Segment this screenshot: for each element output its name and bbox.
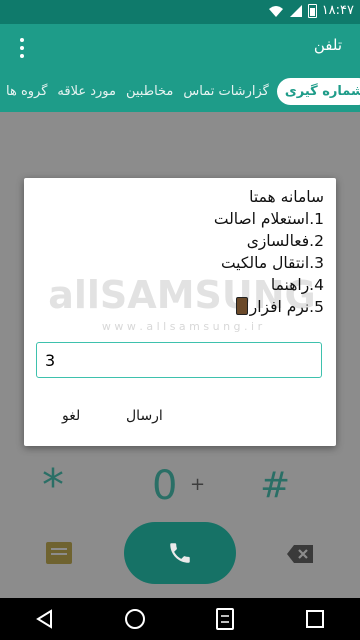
message-line: 4.راهنما [270, 276, 324, 294]
navigation-bar [0, 598, 360, 640]
signal-icon [289, 4, 302, 17]
tab-groups[interactable]: گروه ها [4, 80, 49, 103]
tab-dialer[interactable]: شماره گیری [276, 77, 360, 105]
wifi-icon [268, 5, 283, 17]
message-line: 5.نرم افزار [249, 298, 324, 316]
status-icons: ۱۸:۴۷ [268, 3, 354, 18]
message-line: 2.فعالسازی [246, 232, 324, 250]
app-bar: تلفن [0, 24, 360, 70]
cancel-button[interactable]: لغو [62, 408, 80, 424]
tab-contacts[interactable]: مخاطبین [124, 80, 175, 103]
recents-icon [306, 610, 324, 628]
home-button[interactable] [117, 601, 153, 637]
recents-button[interactable] [297, 601, 333, 637]
dual-sim-icon [216, 608, 234, 630]
battery-icon [307, 3, 317, 18]
ussd-dialog: allSAMSUNG w w w . a l l s a m s u n g .… [24, 178, 336, 446]
status-bar: ۱۸:۴۷ [0, 0, 360, 24]
message-line: 3.انتقال مالکیت [220, 254, 324, 272]
dialpad-key-zero[interactable]: 0 [152, 464, 177, 508]
tab-bar: گروه ها مورد علاقه مخاطبین گزارشات تماس … [0, 70, 360, 112]
message-line-with-icon: 5.نرم افزار [36, 296, 324, 318]
back-button[interactable] [27, 601, 63, 637]
phone-icon [170, 543, 190, 563]
call-button[interactable] [124, 522, 236, 584]
tab-favorites[interactable]: مورد علاقه [55, 80, 118, 103]
dialog-message: سامانه همتا 1.استعلام اصالت 2.فعالسازی 3… [36, 186, 324, 318]
home-icon [125, 609, 145, 629]
backspace-icon[interactable] [286, 544, 314, 564]
app-title: تلفن [313, 36, 342, 54]
send-button[interactable]: ارسال [126, 408, 163, 424]
message-line: 1.استعلام اصالت [213, 210, 324, 228]
dialpad-key-zero-plus: + [190, 474, 206, 495]
back-icon [36, 609, 52, 629]
reply-input[interactable] [36, 342, 322, 378]
message-line: سامانه همتا [249, 188, 324, 206]
overflow-menu-icon[interactable] [14, 36, 30, 60]
watermark-url: w w w . a l l s a m s u n g . i r [102, 320, 263, 333]
mobile-phone-icon [235, 297, 248, 315]
dual-sim-button[interactable] [207, 601, 243, 637]
dialpad-key-star[interactable]: * [42, 464, 64, 508]
message-icon[interactable] [46, 542, 72, 564]
tab-call-logs[interactable]: گزارشات تماس [181, 80, 270, 103]
status-time: ۱۸:۴۷ [321, 3, 354, 18]
dialpad-key-hash[interactable]: # [260, 464, 290, 508]
